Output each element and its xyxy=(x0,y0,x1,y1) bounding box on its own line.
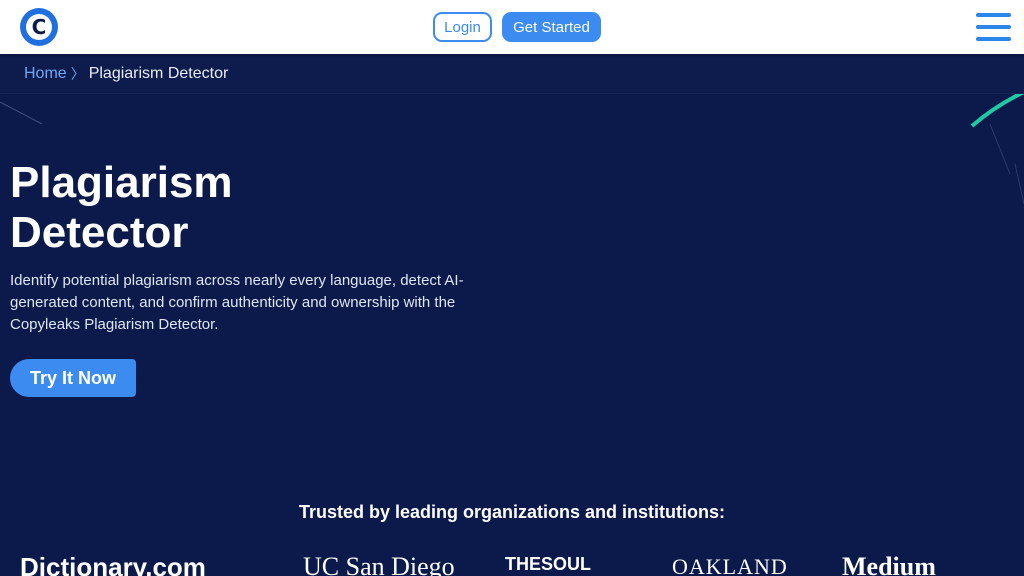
login-button[interactable]: Login xyxy=(433,12,492,42)
medium-logo: Medium xyxy=(842,552,936,576)
dictionary-logo: Dictionary.com xyxy=(20,552,206,576)
title-line-1: Plagiarism xyxy=(10,158,233,207)
breadcrumb-separator: 〉 xyxy=(70,65,85,82)
oakland-logo: OAKLAND xyxy=(672,554,788,576)
site-header: C Login Get Started xyxy=(0,0,1024,54)
logo-letter: C xyxy=(26,14,52,40)
trusted-heading: Trusted by leading organizations and ins… xyxy=(298,502,726,522)
hero-description: Identify potential plagiarism across nea… xyxy=(10,272,464,333)
title-line-2: Detector xyxy=(10,208,189,257)
ucsd-logo: UC San Diego xyxy=(303,552,455,576)
get-started-button[interactable]: Get Started xyxy=(502,12,601,42)
hamburger-menu-icon[interactable] xyxy=(976,13,1011,41)
partner-logos: Dictionary.com UC San Diego THESOUL OAKL… xyxy=(0,550,1024,576)
soul-publishing-logo: THESOUL xyxy=(505,554,592,574)
try-it-now-button[interactable]: Try It Now xyxy=(10,359,136,397)
breadcrumb-home-link[interactable]: Home xyxy=(24,65,67,83)
page-title: Plagiarism Detector xyxy=(10,158,410,258)
copyleaks-logo[interactable]: C xyxy=(20,8,58,46)
breadcrumb-current: Plagiarism Detector xyxy=(88,64,229,82)
breadcrumb: Home 〉 Plagiarism Detector xyxy=(0,54,1024,94)
